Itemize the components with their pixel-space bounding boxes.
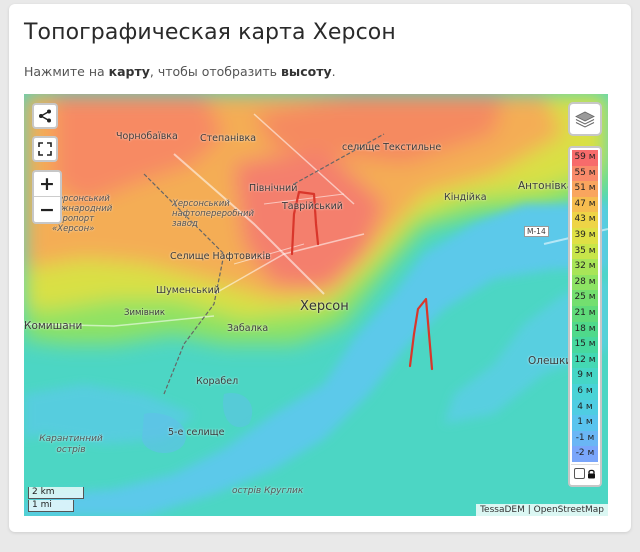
place-selyshche5: 5-е селище bbox=[168, 427, 225, 438]
share-button[interactable] bbox=[32, 103, 58, 129]
place-shumenskyi: Шуменський bbox=[156, 285, 220, 296]
subtitle-text-2: , чтобы отобразить bbox=[149, 64, 281, 79]
legend-item: -1 м bbox=[572, 430, 598, 447]
place-kruhlyk: острів Круглик bbox=[232, 486, 304, 496]
fullscreen-icon bbox=[38, 142, 52, 156]
share-icon bbox=[39, 109, 51, 123]
subtitle-text-1: Нажмите на bbox=[24, 64, 109, 79]
place-oleshky: Олешки bbox=[528, 355, 573, 367]
subtitle-text-3: . bbox=[331, 64, 336, 79]
page-title: Топографическая карта Херсон bbox=[24, 20, 396, 45]
legend-item: 15 м bbox=[572, 337, 598, 353]
legend-item: 6 м bbox=[572, 383, 598, 400]
legend-item: -2 м bbox=[572, 446, 598, 462]
topographic-map[interactable]: Чорнобаївка Степанівка селище Текстильне… bbox=[24, 94, 608, 516]
layers-icon bbox=[575, 111, 595, 128]
place-refinery: Херсонський нафтопереробний завод bbox=[172, 199, 255, 229]
place-airport: Херсонський міжнародний аеропорт «Херсон… bbox=[52, 194, 113, 234]
place-pivnichnyi: Північний bbox=[249, 183, 298, 194]
legend-lock-toggle[interactable] bbox=[571, 463, 599, 483]
elevation-legend: 59 м 55 м 51 м 47 м 43 м 39 м 35 м 32 м 28 м 25 м… bbox=[568, 146, 602, 487]
scale-km: 2 km bbox=[28, 487, 84, 499]
layers-button[interactable] bbox=[568, 102, 602, 136]
legend-item: 25 м bbox=[572, 290, 598, 306]
place-komyshany: Комишани bbox=[24, 320, 83, 332]
scale-bar: 2 km 1 mi bbox=[28, 487, 84, 513]
place-zymivnyk: Зимівник bbox=[124, 308, 165, 318]
legend-item: 59 м bbox=[572, 150, 598, 166]
legend-item: 12 м bbox=[572, 352, 598, 369]
legend-item: 35 м bbox=[572, 243, 598, 260]
place-antonivka: Антонівка bbox=[518, 180, 574, 192]
place-kindiika: Кіндійка bbox=[444, 192, 487, 203]
legend-item: 43 м bbox=[572, 212, 598, 228]
scale-mi: 1 mi bbox=[28, 500, 74, 512]
legend-item: 39 м bbox=[572, 227, 598, 244]
map-attribution[interactable]: TessaDEM | OpenStreetMap bbox=[476, 504, 608, 516]
place-tavriiskyi: Таврійський bbox=[282, 201, 343, 212]
legend-lock-checkbox[interactable] bbox=[574, 468, 585, 480]
fullscreen-button[interactable] bbox=[32, 136, 58, 162]
legend-item: 9 м bbox=[572, 368, 598, 384]
legend-item: 4 м bbox=[572, 399, 598, 416]
page-subtitle: Нажмите на карту, чтобы отобразить высот… bbox=[24, 64, 336, 79]
place-naftovykiv: Селище Нафтовиків bbox=[170, 251, 271, 262]
zoom-control: + − bbox=[32, 170, 62, 224]
legend-item: 47 м bbox=[572, 196, 598, 213]
subtitle-map-word: карту bbox=[108, 64, 150, 79]
subtitle-height-word: высоту bbox=[281, 64, 332, 79]
place-chornobaivka: Чорнобаївка bbox=[116, 131, 178, 142]
place-korabel: Корабел bbox=[196, 376, 239, 387]
legend-item: 55 м bbox=[572, 165, 598, 182]
map-card: Топографическая карта Херсон Нажмите на … bbox=[9, 4, 631, 532]
zoom-in-button[interactable]: + bbox=[34, 172, 60, 197]
place-kherson: Херсон bbox=[300, 299, 349, 314]
legend-item: 18 м bbox=[572, 321, 598, 338]
legend-item: 32 м bbox=[572, 259, 598, 275]
place-tekstylne: селище Текстильне bbox=[342, 142, 442, 153]
place-karantynnyi: Карантинний острів bbox=[39, 434, 103, 455]
legend-item: 28 м bbox=[572, 274, 598, 291]
legend-item: 51 м bbox=[572, 181, 598, 197]
legend-item: 1 м bbox=[572, 415, 598, 431]
lock-icon bbox=[588, 469, 595, 479]
place-stepanivka: Степанівка bbox=[200, 133, 257, 144]
road-m14-label: М-14 bbox=[524, 226, 549, 237]
place-zabalka: Забалка bbox=[227, 323, 269, 334]
zoom-out-button[interactable]: − bbox=[34, 197, 60, 222]
legend-item: 21 м bbox=[572, 305, 598, 322]
